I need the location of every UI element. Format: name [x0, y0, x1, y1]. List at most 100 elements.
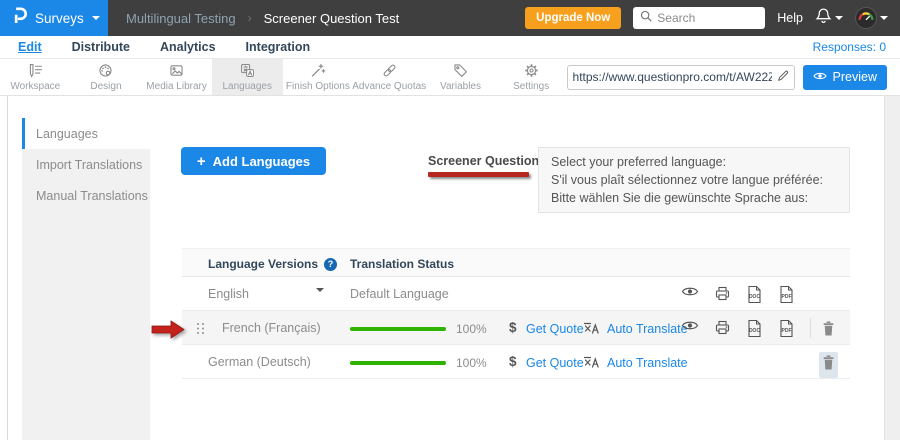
topbar-actions: Upgrade Now Help [525, 7, 900, 29]
tool-advance-quotas[interactable]: Advance Quotas [353, 59, 425, 95]
breadcrumb: Multilingual Testing › Screener Question… [126, 11, 399, 26]
breadcrumb-separator: › [248, 11, 252, 25]
get-quote-link[interactable]: Get Quote [526, 356, 584, 370]
surveys-menu[interactable]: Surveys [0, 0, 108, 36]
chevron-down-icon [835, 16, 843, 20]
get-quote-link[interactable]: Get Quote [526, 322, 584, 336]
sidebar-item-manual-translations[interactable]: Manual Translations [22, 180, 150, 211]
print-icon[interactable] [714, 285, 731, 307]
table-header: Language Versions ? Translation Status [182, 248, 850, 277]
export-pdf-icon[interactable]: PDF [778, 285, 795, 309]
translation-progress-value: 100% [456, 356, 487, 370]
eye-icon [813, 70, 827, 84]
breadcrumb-folder[interactable]: Multilingual Testing [126, 11, 236, 26]
magic-wand-icon [308, 62, 327, 79]
tab-distribute[interactable]: Distribute [72, 40, 130, 54]
svg-text:DOC: DOC [749, 328, 761, 334]
add-languages-button[interactable]: + Add Languages [181, 147, 326, 175]
translation-progress-bar [350, 361, 446, 365]
col-translation-status: Translation Status [350, 257, 454, 271]
edit-toolbar: Workspace Design Media Library [0, 59, 900, 96]
chain-links-icon [380, 62, 399, 79]
notifications-menu[interactable] [815, 7, 843, 29]
add-languages-label: Add Languages [213, 154, 311, 169]
language-select-dropdown[interactable] [316, 292, 324, 310]
preview-language-icon[interactable] [681, 319, 699, 337]
default-language-label: Default Language [350, 287, 449, 301]
tab-analytics[interactable]: Analytics [160, 40, 216, 54]
edit-url-button[interactable] [772, 66, 794, 89]
tag-icon [451, 62, 470, 79]
red-arrow-annotation [151, 318, 186, 346]
language-name: English [208, 287, 249, 301]
delete-language-icon[interactable] [819, 318, 838, 344]
bell-icon [815, 7, 832, 29]
table-row-english: English Default Language DOC PDF [182, 277, 850, 311]
plus-icon: + [197, 153, 206, 170]
avatar [855, 7, 877, 29]
tab-edit[interactable]: Edit [18, 40, 42, 54]
tool-languages[interactable]: Languages [212, 59, 283, 95]
help-link[interactable]: Help [777, 11, 803, 25]
search-icon [640, 9, 652, 27]
gear-icon [522, 62, 541, 79]
tool-workspace[interactable]: Workspace [0, 59, 71, 95]
translate-icon [238, 62, 257, 79]
left-edge-divider [7, 96, 8, 440]
svg-text:DOC: DOC [749, 294, 761, 300]
workspace-icon [26, 62, 45, 79]
auto-translate-icon[interactable] [583, 321, 601, 340]
tab-integration[interactable]: Integration [246, 40, 311, 54]
tool-settings[interactable]: Settings [496, 59, 567, 95]
preview-language-icon[interactable] [681, 285, 699, 303]
print-icon[interactable] [714, 319, 731, 341]
image-icon [167, 62, 186, 79]
svg-text:PDF: PDF [782, 328, 792, 334]
translation-progress-bar [350, 327, 446, 331]
questionpro-logo-icon [12, 5, 27, 31]
sidebar-item-import-translations[interactable]: Import Translations [22, 149, 150, 180]
translation-progress-value: 100% [456, 322, 487, 336]
surveys-menu-label: Surveys [35, 11, 84, 26]
col-language-versions: Language Versions [208, 257, 318, 271]
tool-design[interactable]: Design [71, 59, 142, 95]
export-doc-icon[interactable]: DOC [746, 319, 763, 343]
tool-finish-options[interactable]: Finish Options [283, 59, 354, 95]
table-row-german: German (Deutsch) 100% $ Get Quote Auto T… [182, 345, 850, 379]
language-name: German (Deutsch) [208, 355, 311, 369]
help-icon[interactable]: ? [324, 258, 337, 271]
delete-language-icon[interactable] [819, 352, 838, 378]
survey-nav: Edit Distribute Analytics Integration Re… [0, 36, 900, 59]
dollar-icon[interactable]: $ [509, 320, 517, 335]
chevron-down-icon [92, 16, 100, 20]
global-search[interactable] [633, 7, 765, 29]
export-doc-icon[interactable]: DOC [746, 285, 763, 309]
drag-handle-icon[interactable] [197, 323, 204, 334]
screener-question-fr: S'il vous plaît sélectionnez votre langu… [551, 173, 837, 187]
sidebar-item-languages[interactable]: Languages [22, 118, 150, 149]
screener-question-preview: Select your preferred language: S'il vou… [538, 147, 850, 213]
account-menu[interactable] [855, 7, 888, 29]
survey-url-field[interactable]: https://www.questionpro.com/t/AW22Zd50 [567, 65, 795, 90]
top-bar: Surveys Multilingual Testing › Screener … [0, 0, 900, 36]
icon-divider [810, 318, 811, 338]
auto-translate-icon[interactable] [583, 355, 601, 374]
export-pdf-icon[interactable]: PDF [778, 319, 795, 343]
survey-url-text[interactable]: https://www.questionpro.com/t/AW22Zd50 [568, 70, 772, 84]
table-row-french: French (Français) 100% $ Get Quote Auto … [182, 311, 850, 345]
languages-sidebar: Languages Import Translations Manual Tra… [22, 118, 150, 440]
upgrade-now-button[interactable]: Upgrade Now [525, 7, 621, 29]
red-underline-annotation [428, 172, 529, 177]
chevron-down-icon [880, 16, 888, 20]
tool-media-library[interactable]: Media Library [141, 59, 212, 95]
dollar-icon[interactable]: $ [509, 354, 517, 369]
auto-translate-link[interactable]: Auto Translate [607, 356, 688, 370]
auto-translate-link[interactable]: Auto Translate [607, 322, 688, 336]
preview-button[interactable]: Preview [803, 65, 887, 90]
responses-count[interactable]: Responses: 0 [813, 40, 886, 54]
right-margin [884, 96, 900, 440]
tool-variables[interactable]: Variables [425, 59, 496, 95]
breadcrumb-survey-title[interactable]: Screener Question Test [264, 11, 400, 26]
svg-text:PDF: PDF [782, 294, 792, 300]
search-input[interactable] [657, 11, 758, 25]
